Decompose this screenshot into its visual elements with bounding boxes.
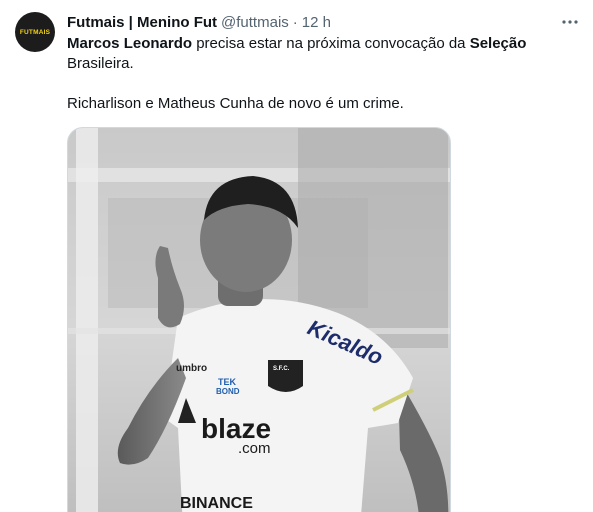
author-display-name[interactable]: Futmais | Menino Fut xyxy=(67,14,217,31)
avatar-logo-text: FUTMAIS xyxy=(19,28,51,36)
avatar[interactable]: FUTMAIS xyxy=(15,12,55,52)
crest-text: S.F.C. xyxy=(273,366,290,372)
author-handle[interactable]: @futtmais xyxy=(221,14,289,31)
brand-bond-text: BOND xyxy=(216,387,240,396)
tweet-text-blank xyxy=(67,74,567,94)
more-horizontal-icon xyxy=(562,20,578,24)
tweet-timestamp[interactable]: 12 h xyxy=(302,14,331,31)
tweet-header: Futmais | Menino Fut @futtmais · 12 h xyxy=(67,12,553,32)
tweet-photo[interactable]: Kicaldo umbro TEK BOND S.F.C. blaze .com… xyxy=(67,127,451,512)
sponsor-bottom-text: BINANCE xyxy=(180,495,253,512)
header-separator: · xyxy=(292,13,298,31)
tweet-text-line-3: Richarlison e Matheus Cunha de novo é um… xyxy=(67,95,404,112)
tweet-text-line-2: Brasileira. xyxy=(67,55,134,72)
brand-tek-text: TEK xyxy=(218,377,237,387)
more-options-button[interactable] xyxy=(561,13,579,31)
club-crest xyxy=(268,360,303,392)
sponsor-main-sub-text: .com xyxy=(238,440,271,457)
mention-team: Seleção xyxy=(469,35,527,52)
mention-player-name: Marcos Leonardo xyxy=(67,35,193,52)
player-photo: Kicaldo umbro TEK BOND S.F.C. blaze .com… xyxy=(68,128,450,512)
tweet-text-line-1: Marcos Leonardo precisa estar na próxima… xyxy=(67,34,567,54)
tweet-text-segment: precisa estar na próxima convocação da xyxy=(192,35,470,52)
brand-umbro-text: umbro xyxy=(176,363,207,374)
tweet-card[interactable]: FUTMAIS Futmais | Menino Fut @futtmais ·… xyxy=(0,0,593,512)
goal-post xyxy=(76,128,98,512)
tweet-text: Marcos Leonardo precisa estar na próxima… xyxy=(67,34,567,114)
